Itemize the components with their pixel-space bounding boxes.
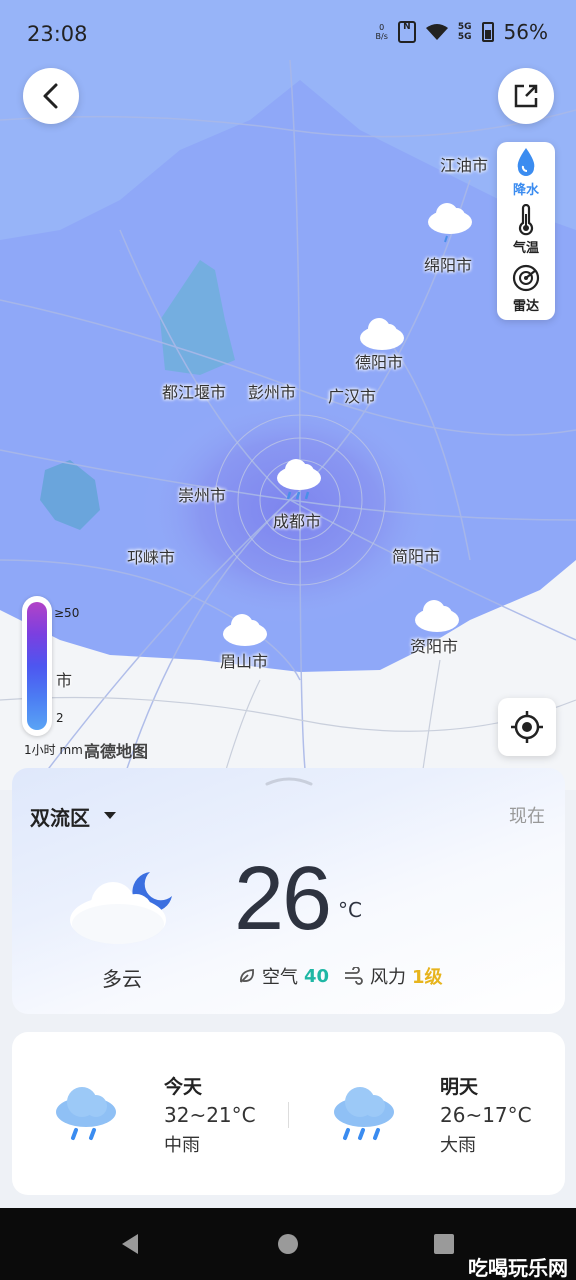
current-weather-card[interactable]: 双流区 现在 26 °C 多云 空气 40 风力 1级 (12, 768, 565, 1014)
wifi-icon (425, 24, 448, 40)
forecast-day: 明天 (440, 1076, 479, 1098)
moderate-rain-icon (56, 1087, 116, 1140)
city-label: 市 (56, 671, 73, 690)
caret-down-icon[interactable] (104, 812, 116, 819)
radar-icon (512, 264, 540, 292)
forecast-condition: 中雨 (164, 1135, 200, 1156)
partly-cloudy-night-icon (70, 872, 172, 944)
forecast-tomorrow[interactable]: 明天 26~17°C 大雨 (440, 1072, 532, 1157)
net-speed: 0 B/s (375, 23, 388, 41)
forecast-condition: 大雨 (440, 1135, 476, 1156)
forecast-day: 今天 (164, 1076, 203, 1098)
now-label: 现在 (509, 806, 545, 827)
watermark: 吃喝玩乐网 (468, 1256, 568, 1280)
battery-percent: 56% (503, 20, 548, 44)
district-name[interactable]: 双流区 (30, 802, 90, 831)
drag-handle[interactable] (264, 776, 314, 786)
cloud-rain-icon (428, 203, 472, 243)
cloud-icon (223, 614, 267, 646)
city-label: 德阳市 (355, 353, 404, 372)
city-label: 简阳市 (392, 547, 441, 566)
share-button[interactable] (498, 68, 554, 124)
map-view[interactable]: 23:08 0 B/s N 5G 5G 56% 降水 气温 雷达 江油市 绵阳市… (0, 0, 576, 790)
air-label: 空气 (262, 967, 298, 988)
wind-icon (345, 967, 363, 985)
forecast-temp: 32~21°C (164, 1103, 256, 1127)
crosshair-icon (511, 711, 543, 743)
legend-min-label: 2 (56, 711, 64, 725)
map-provider-logo: 高德地图 (84, 742, 149, 761)
forecast-temp: 26~17°C (440, 1103, 532, 1127)
status-bar: 23:08 0 B/s N 5G 5G 56% (0, 0, 576, 66)
thermometer-icon (518, 203, 534, 236)
city-label: 邛崃市 (127, 548, 176, 567)
locate-button[interactable] (498, 698, 556, 756)
current-temperature: 26 (234, 849, 332, 949)
nav-back-icon[interactable] (118, 1232, 142, 1256)
city-label: 绵阳市 (424, 256, 473, 275)
heavy-rain-icon (334, 1087, 394, 1140)
clock: 23:08 (27, 22, 88, 46)
battery-icon (481, 22, 494, 42)
signal-icon: 5G 5G (457, 22, 472, 42)
city-label: 成都市 (273, 512, 322, 531)
forecast-card[interactable]: 今天 32~21°C 中雨 明天 26~17°C 大雨 (12, 1032, 565, 1195)
layer-temperature[interactable]: 气温 (497, 202, 555, 258)
city-label: 彭州市 (248, 383, 297, 402)
nav-recents-icon[interactable] (432, 1232, 456, 1256)
cloud-rain-icon (277, 459, 321, 500)
nfc-icon: N (397, 21, 416, 43)
legend-max-label: ≥50 (54, 606, 80, 620)
legend-color-bar (27, 602, 47, 730)
forecast-today[interactable]: 今天 32~21°C 中雨 (164, 1072, 256, 1157)
divider (288, 1102, 289, 1128)
back-button[interactable] (23, 68, 79, 124)
layer-precipitation[interactable]: 降水 (497, 144, 555, 200)
wind-label: 风力 (370, 967, 406, 988)
layer-selector: 降水 气温 雷达 (497, 142, 555, 320)
raindrop-icon (517, 148, 535, 176)
current-condition: 多云 (102, 967, 142, 991)
city-label: 广汉市 (328, 387, 377, 406)
city-label: 眉山市 (220, 652, 269, 671)
wind-level: 风力 1级 (344, 963, 443, 989)
wind-value: 1级 (412, 967, 443, 988)
leaf-icon (240, 969, 254, 983)
city-label: 崇州市 (178, 486, 227, 505)
air-quality[interactable]: 空气 40 (238, 963, 329, 989)
legend-unit-label: 1小时 mm (24, 743, 83, 757)
city-label: 江油市 (440, 156, 489, 175)
chevron-left-icon (43, 83, 58, 109)
cloud-icon (360, 318, 404, 350)
air-value: 40 (304, 965, 330, 987)
share-icon (514, 84, 538, 108)
city-label: 资阳市 (410, 637, 459, 656)
cloud-icon (415, 600, 459, 632)
precipitation-legend (22, 596, 52, 736)
nav-home-icon[interactable] (276, 1232, 300, 1256)
temperature-unit: °C (338, 898, 362, 922)
city-label: 都江堰市 (162, 383, 227, 402)
layer-radar[interactable]: 雷达 (497, 260, 555, 316)
